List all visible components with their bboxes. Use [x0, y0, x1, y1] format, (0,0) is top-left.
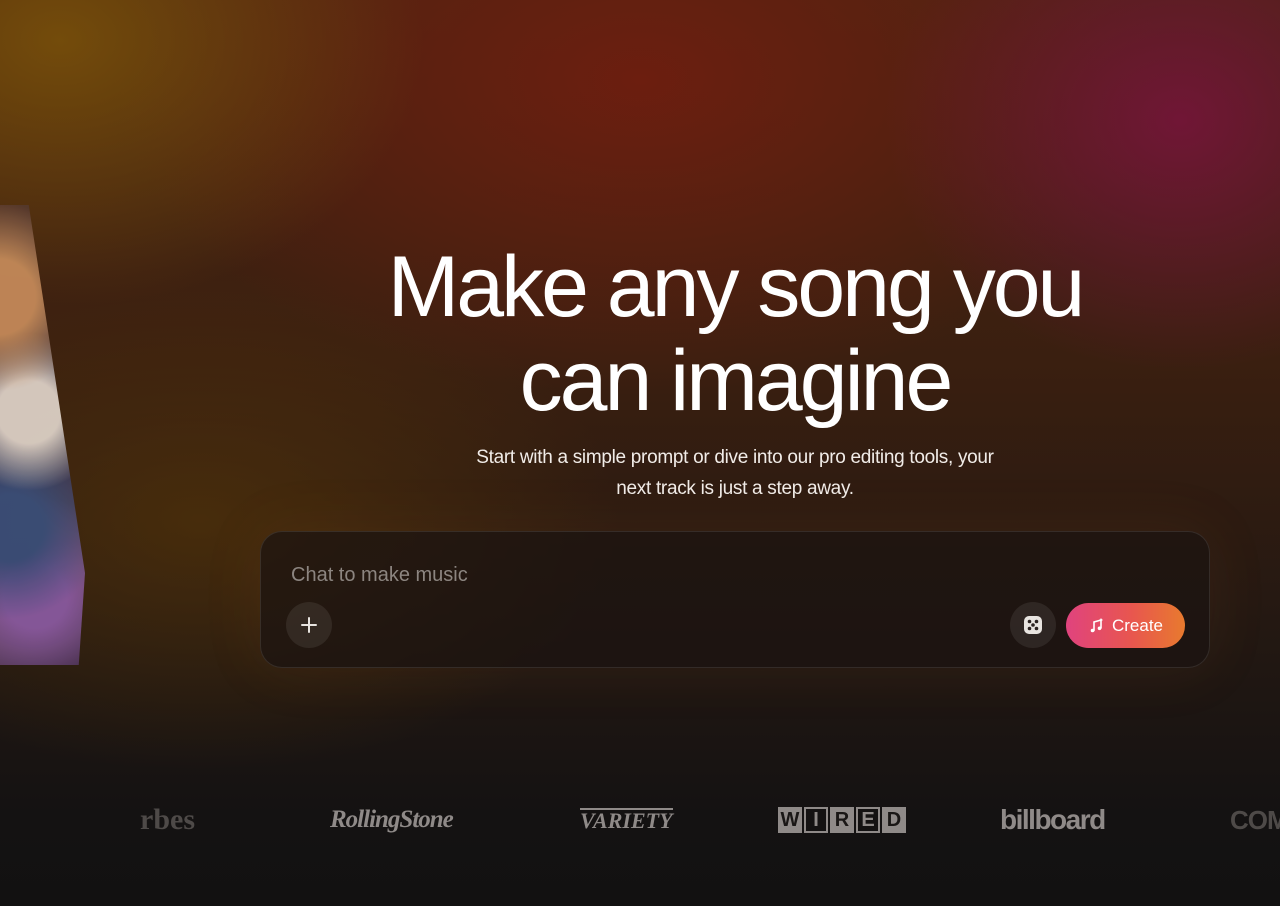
add-button[interactable]: [286, 602, 332, 648]
chat-input[interactable]: [291, 560, 991, 590]
plus-icon: [301, 617, 317, 633]
hero-title-line-1: Make any song you: [387, 239, 1086, 335]
chat-composer: Create: [260, 531, 1210, 668]
hero-subtitle: Start with a simple prompt or dive into …: [476, 447, 994, 499]
billboard-logo: billboard: [1000, 804, 1106, 835]
random-prompt-button[interactable]: [1010, 602, 1056, 648]
variety-logo: VARIETY: [580, 808, 673, 833]
music-note-icon: [1090, 618, 1103, 632]
wired-logo: W I R E D: [778, 795, 906, 845]
partial-press-logo: COM: [1230, 804, 1280, 835]
press-logos: rbes RollingStone VARIETY W I R E D bill…: [0, 795, 1280, 845]
wired-logo-letter: R: [830, 807, 854, 833]
hero-title: Make any song you can imagine: [335, 240, 1135, 428]
dice-icon: [1024, 616, 1042, 634]
create-button-label: Create: [1111, 615, 1164, 635]
create-button[interactable]: Create: [1066, 603, 1185, 648]
rolling-stone-logo: RollingStone: [330, 806, 454, 833]
wired-logo-letter: E: [856, 807, 880, 833]
forbes-logo: rbes: [140, 803, 195, 836]
wired-logo-letter: D: [882, 807, 906, 833]
wired-logo-letter: W: [778, 807, 802, 833]
wired-logo-letter: I: [804, 807, 828, 833]
hero-title-line-2: can imagine: [519, 333, 954, 429]
